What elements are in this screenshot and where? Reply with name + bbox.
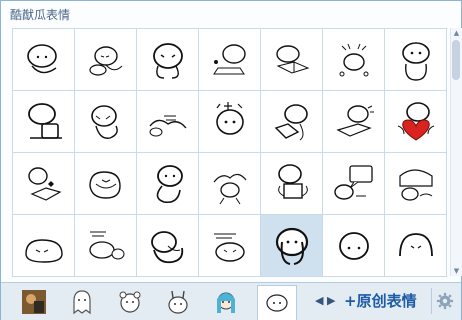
current-pack-icon — [266, 294, 288, 312]
emoticon-cell[interactable] — [13, 29, 75, 91]
emoticon-face-icon — [274, 103, 308, 140]
emoticon-cell[interactable] — [75, 215, 137, 277]
emoticon-face-icon — [213, 233, 245, 262]
emoticon-cell[interactable] — [323, 91, 385, 153]
emoticon-grid — [12, 28, 447, 277]
emoticon-cell[interactable] — [137, 91, 199, 153]
emoticon-face-icon — [335, 104, 374, 137]
emoticon-face-icon — [275, 227, 308, 265]
tab-girl-pack[interactable] — [207, 286, 245, 318]
gear-icon — [436, 292, 454, 310]
bear-pack-icon — [119, 291, 141, 313]
emoticon-face-icon — [397, 101, 434, 141]
emoticon-face-icon — [148, 115, 187, 136]
emoticon-cell[interactable] — [75, 91, 137, 153]
emoticon-tab-bar: ◀ ▶ +原创表情 — [1, 282, 461, 320]
emoticon-cell[interactable] — [261, 91, 323, 153]
emoticon-face-icon — [152, 42, 183, 79]
emoticon-cell[interactable] — [385, 29, 447, 91]
emoticon-cell[interactable] — [75, 29, 137, 91]
emoticon-cell[interactable] — [13, 215, 75, 277]
emoticon-cell[interactable] — [13, 91, 75, 153]
emoticon-face-icon — [156, 164, 183, 203]
emoticon-cell[interactable] — [199, 153, 261, 215]
emoticon-cell[interactable] — [385, 215, 447, 277]
emoticon-face-icon — [24, 238, 63, 263]
emoticon-cell[interactable] — [261, 29, 323, 91]
emoticon-cell[interactable] — [199, 215, 261, 277]
emoticon-face-icon — [398, 168, 433, 201]
emoticon-face-icon — [88, 170, 121, 199]
emoticon-cell[interactable] — [323, 215, 385, 277]
tab-ghost-pack[interactable] — [63, 286, 101, 318]
settings-button[interactable] — [431, 288, 458, 314]
emoticon-face-icon — [150, 230, 183, 263]
emoticon-panel: 酷猷瓜表情 ▲ ▼ ◀ ▶ +原创表情 — [0, 0, 462, 320]
emoticon-cell[interactable] — [261, 153, 323, 215]
emoticon-face-icon — [275, 44, 309, 74]
scroll-thumb[interactable] — [452, 40, 460, 80]
tab-rabbit-pack[interactable] — [159, 286, 197, 318]
emoticon-face-icon — [213, 173, 246, 204]
emoticon-face-icon — [212, 43, 246, 74]
emoticon-face-icon — [27, 166, 62, 201]
vertical-scrollbar[interactable]: ▲ ▼ — [450, 28, 462, 276]
emoticon-cell[interactable] — [13, 153, 75, 215]
scroll-up-icon[interactable]: ▲ — [451, 28, 462, 38]
tab-photo-pack[interactable] — [15, 286, 53, 318]
emoticon-face-icon — [27, 102, 62, 139]
emoticon-face-icon — [26, 43, 57, 73]
emoticon-face-icon — [339, 43, 368, 76]
create-emoticon-link[interactable]: +原创表情 — [344, 291, 417, 311]
scroll-down-icon[interactable]: ▼ — [451, 266, 462, 276]
photo-pack-icon — [22, 290, 46, 314]
emoticon-face-icon — [398, 232, 433, 256]
emoticon-face-icon — [333, 164, 373, 200]
next-tabs-icon[interactable]: ▶ — [327, 294, 335, 307]
emoticon-face-icon — [401, 41, 430, 81]
emoticon-face-icon — [90, 104, 118, 139]
tab-bear-pack[interactable] — [111, 286, 149, 318]
emoticon-cell[interactable] — [385, 91, 447, 153]
emoticon-cell[interactable] — [323, 153, 385, 215]
tab-current-pack[interactable] — [257, 285, 297, 320]
ghost-pack-icon — [73, 290, 91, 315]
emoticon-cell[interactable] — [199, 29, 261, 91]
emoticon-cell[interactable] — [137, 215, 199, 277]
emoticon-face-icon — [338, 231, 369, 260]
emoticon-cell[interactable] — [137, 153, 199, 215]
previous-tabs-icon[interactable]: ◀ — [315, 294, 323, 307]
emoticon-cell[interactable] — [199, 91, 261, 153]
emoticon-cell[interactable] — [323, 29, 385, 91]
emoticon-face-icon — [88, 45, 122, 76]
rabbit-pack-icon — [168, 290, 188, 314]
emoticon-cell-selected[interactable] — [261, 215, 323, 277]
emoticon-face-icon — [88, 231, 124, 259]
emoticon-cell[interactable] — [75, 153, 137, 215]
emoticon-cell[interactable] — [137, 29, 199, 91]
emoticon-face-icon — [215, 101, 244, 135]
emoticon-cell[interactable] — [385, 153, 447, 215]
panel-title: 酷猷瓜表情 — [10, 8, 71, 22]
girl-pack-icon — [217, 292, 235, 313]
emoticon-face-icon — [277, 163, 308, 199]
